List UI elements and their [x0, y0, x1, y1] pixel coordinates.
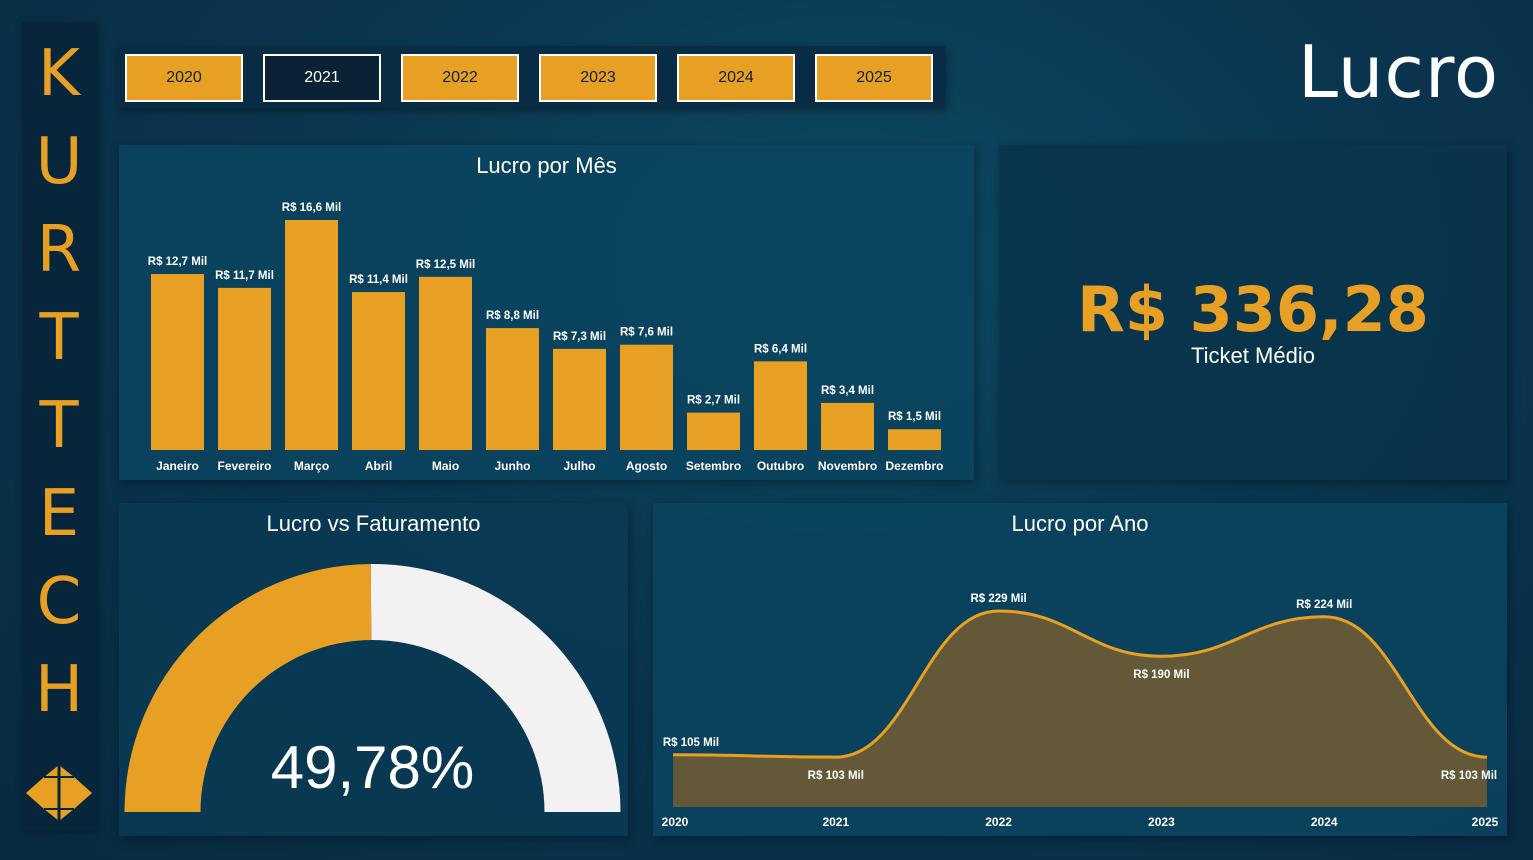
x-tick-label: 2020 [662, 815, 689, 829]
brand-letter: E [38, 477, 80, 551]
year-filter-bar: 2020 2021 2022 2023 2024 2025 [117, 46, 945, 108]
bar[interactable] [620, 344, 673, 450]
bar[interactable] [419, 276, 472, 450]
bar-data-label: R$ 11,7 Mil [215, 270, 274, 282]
profit-vs-revenue-card: Lucro vs Faturamento 49,78% [119, 503, 628, 836]
area-fill [673, 611, 1487, 807]
area-data-label: R$ 229 Mil [970, 593, 1026, 605]
x-tick-label: 2022 [985, 815, 1012, 829]
x-tick-label: Dezembro [885, 459, 943, 473]
area-data-label: R$ 105 Mil [663, 737, 719, 749]
x-tick-label: Fevereiro [217, 459, 271, 473]
bar-data-label: R$ 6,4 Mil [754, 343, 807, 355]
x-tick-label: Junho [495, 459, 531, 473]
yearly-profit-card: Lucro por Ano R$ 105 Mil 2020 R$ 103 Mil 20… [653, 503, 1507, 836]
bar-data-label: R$ 8,8 Mil [486, 310, 539, 322]
year-button-2022[interactable]: 2022 [401, 54, 519, 102]
bar[interactable] [285, 220, 338, 450]
x-tick-label: Março [294, 459, 329, 473]
bar[interactable] [486, 328, 539, 450]
bar[interactable] [553, 348, 606, 450]
brand-letter: T [39, 389, 79, 463]
bar[interactable] [888, 429, 941, 450]
year-button-2021[interactable]: 2021 [263, 54, 381, 102]
area-data-label: R$ 103 Mil [1441, 770, 1497, 782]
profit-gauge-chart: 49,78% [124, 564, 621, 812]
page-title: Lucro [1297, 30, 1499, 114]
brand-letter: C [36, 565, 82, 639]
x-tick-label: 2024 [1311, 815, 1338, 829]
x-tick-label: Maio [432, 459, 459, 473]
bar[interactable] [687, 412, 740, 450]
monthly-profit-card: Lucro por Mês R$ 12,7 Mil Janeiro R$ 11,7 … [119, 145, 974, 480]
bar-data-label: R$ 7,3 Mil [553, 331, 606, 343]
bar-data-label: R$ 12,7 Mil [148, 256, 207, 268]
bar[interactable] [218, 287, 271, 450]
brand-letter: T [39, 301, 79, 375]
area-data-label: R$ 190 Mil [1133, 669, 1189, 681]
yearly-profit-area-chart: R$ 105 Mil 2020 R$ 103 Mil 2021 R$ 229 Mil 20… [662, 593, 1499, 829]
area-data-label: R$ 103 Mil [808, 770, 864, 782]
x-tick-label: 2021 [822, 815, 849, 829]
brand-letter: U [35, 125, 83, 199]
x-tick-label: Janeiro [156, 459, 199, 473]
bar[interactable] [151, 274, 204, 450]
year-button-2020[interactable]: 2020 [125, 54, 243, 102]
ticket-label: Ticket Médio [1191, 343, 1315, 368]
area-data-label: R$ 224 Mil [1296, 599, 1352, 611]
bar-data-label: R$ 12,5 Mil [416, 259, 475, 271]
x-tick-label: Julho [564, 459, 596, 473]
bar-data-label: R$ 16,6 Mil [282, 202, 341, 214]
monthly-profit-bar-chart: R$ 12,7 Mil Janeiro R$ 11,7 Mil Fevereiro R$… [148, 202, 944, 473]
year-button-2025[interactable]: 2025 [815, 54, 933, 102]
brand-letter: H [34, 653, 84, 727]
bar[interactable] [352, 292, 405, 450]
bar-data-label: R$ 7,6 Mil [620, 327, 673, 339]
brand-letter: K [38, 37, 80, 111]
year-button-2024[interactable]: 2024 [677, 54, 795, 102]
x-tick-label: Outubro [757, 459, 804, 473]
x-tick-label: 2023 [1148, 815, 1175, 829]
bar[interactable] [754, 361, 807, 450]
ticket-card: R$ 336,28 Ticket Médio [999, 145, 1507, 480]
x-tick-label: Agosto [626, 459, 667, 473]
brand-sidebar: K U R T T E C H [22, 22, 96, 830]
bar-data-label: R$ 3,4 Mil [821, 385, 874, 397]
x-tick-label: Novembro [818, 459, 877, 473]
year-button-2023[interactable]: 2023 [539, 54, 657, 102]
x-tick-label: Abril [365, 459, 392, 473]
brand-logo-icon [26, 765, 92, 821]
bar-data-label: R$ 11,4 Mil [349, 274, 408, 286]
ticket-value: R$ 336,28 [1077, 273, 1429, 346]
brand-letter: R [36, 213, 82, 287]
gauge-value-label: 49,78% [271, 734, 475, 801]
bar-data-label: R$ 2,7 Mil [687, 395, 740, 407]
bar-data-label: R$ 1,5 Mil [888, 411, 941, 423]
x-tick-label: Setembro [686, 459, 741, 473]
x-tick-label: 2025 [1472, 815, 1499, 829]
bar[interactable] [821, 402, 874, 450]
